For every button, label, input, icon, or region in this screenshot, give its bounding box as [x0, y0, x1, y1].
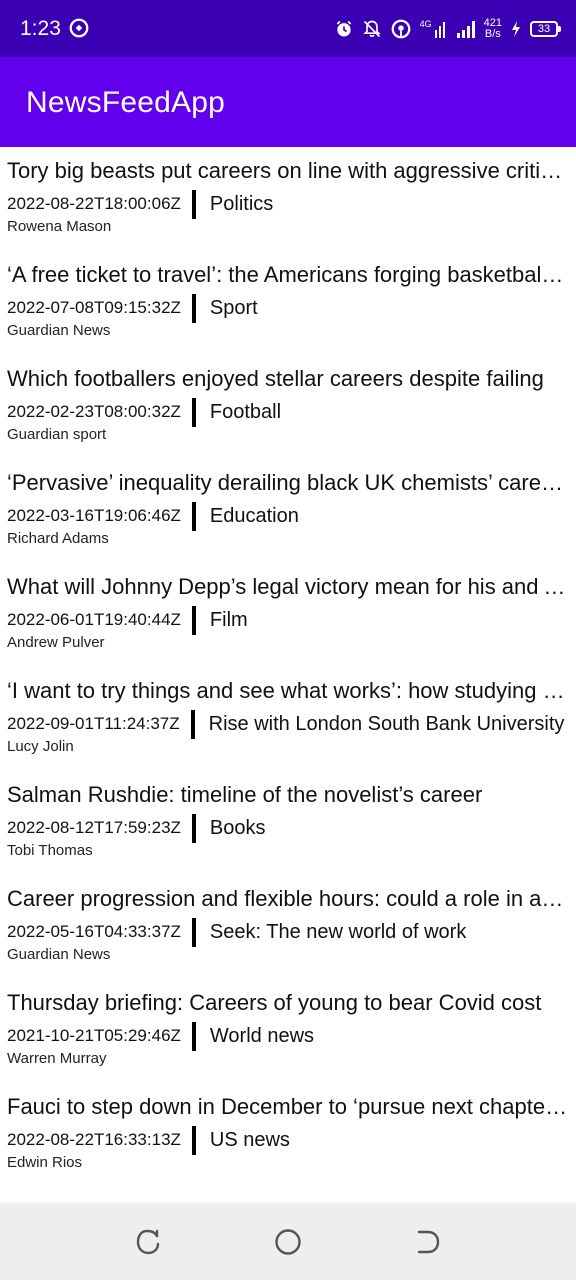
- news-date: 2021-10-21T05:29:46Z: [7, 1026, 181, 1045]
- news-date: 2022-06-01T19:40:44Z: [7, 610, 181, 629]
- news-date: 2022-08-12T17:59:23Z: [7, 818, 181, 837]
- news-item[interactable]: ‘A free ticket to travel’: the Americans…: [0, 251, 576, 355]
- news-item[interactable]: What will Johnny Depp’s legal victory me…: [0, 563, 576, 667]
- news-date: 2022-02-23T08:00:32Z: [7, 402, 181, 421]
- meta-divider: [191, 189, 196, 219]
- news-feed-list[interactable]: Tory big beasts put careers on line with…: [0, 147, 576, 1187]
- news-item[interactable]: Thursday briefing: Careers of young to b…: [0, 979, 576, 1083]
- news-item[interactable]: Fauci to step down in December to ‘pursu…: [0, 1083, 576, 1187]
- news-meta: 2022-08-12T17:59:23Z Books: [7, 813, 266, 843]
- news-section: Books: [209, 816, 266, 839]
- news-meta: 2022-02-23T08:00:32Z Football: [7, 397, 281, 427]
- news-item[interactable]: ‘I want to try things and see what works…: [0, 667, 576, 771]
- news-section: Seek: The new world of work: [209, 920, 467, 943]
- recent-apps-icon[interactable]: [133, 1227, 163, 1257]
- news-author: Guardian sport: [7, 426, 107, 443]
- news-meta: 2022-05-16T04:33:37Z Seek: The new world…: [7, 917, 466, 947]
- meta-divider: [191, 397, 196, 427]
- news-meta: 2022-03-16T19:06:46Z Education: [7, 501, 299, 531]
- charging-icon: [512, 21, 520, 37]
- news-title: What will Johnny Depp’s legal victory me…: [7, 574, 568, 599]
- news-title: ‘A free ticket to travel’: the Americans…: [7, 262, 568, 287]
- news-item[interactable]: Which footballers enjoyed stellar career…: [0, 355, 576, 459]
- alarm-icon: [336, 20, 351, 37]
- news-section: US news: [209, 1128, 290, 1151]
- news-meta: 2022-08-22T16:33:13Z US news: [7, 1125, 290, 1155]
- meta-divider: [191, 1125, 196, 1155]
- notifications-off-icon: [362, 20, 381, 38]
- news-title: ‘I want to try things and see what works…: [7, 678, 568, 703]
- meta-divider: [191, 1021, 196, 1051]
- news-item[interactable]: Tory big beasts put careers on line with…: [0, 147, 576, 251]
- news-title: ‘Pervasive’ inequality derailing black U…: [7, 470, 568, 495]
- news-author: Lucy Jolin: [7, 738, 74, 755]
- app-title: NewsFeedApp: [26, 86, 225, 119]
- meta-divider: [190, 709, 195, 739]
- news-title: Career progression and flexible hours: c…: [7, 886, 568, 911]
- news-item[interactable]: ‘Pervasive’ inequality derailing black U…: [0, 459, 576, 563]
- news-meta: 2022-06-01T19:40:44Z Film: [7, 605, 248, 635]
- news-section: World news: [209, 1024, 315, 1047]
- news-author: Guardian News: [7, 322, 111, 339]
- battery-icon: 33: [530, 21, 561, 37]
- news-date: 2022-07-08T09:15:32Z: [7, 298, 181, 317]
- news-meta: 2021-10-21T05:29:46Z World news: [7, 1021, 314, 1051]
- home-icon[interactable]: [273, 1227, 303, 1257]
- data-arrows-icon: [434, 22, 445, 38]
- meta-divider: [191, 813, 196, 843]
- battery-level: 33: [537, 23, 551, 35]
- news-date: 2022-08-22T18:00:06Z: [7, 194, 181, 213]
- news-item[interactable]: Salman Rushdie: timeline of the novelist…: [0, 771, 576, 875]
- news-title: Tory big beasts put careers on line with…: [7, 158, 568, 183]
- news-meta: 2022-08-22T18:00:06Z Politics: [7, 189, 273, 219]
- news-item[interactable]: Career progression and flexible hours: c…: [0, 875, 576, 979]
- news-date: 2022-09-01T11:24:37Z: [7, 714, 180, 733]
- meta-divider: [191, 293, 196, 323]
- system-nav-bar: [0, 1203, 576, 1280]
- news-author: Tobi Thomas: [7, 842, 93, 859]
- news-section: Football: [209, 400, 282, 423]
- news-title: Which footballers enjoyed stellar career…: [7, 366, 544, 391]
- back-icon[interactable]: [413, 1227, 443, 1257]
- app-bar: NewsFeedApp: [0, 57, 576, 147]
- meta-divider: [191, 605, 196, 635]
- net-speed: 421 B/s: [484, 18, 502, 40]
- news-section: Film: [209, 608, 248, 631]
- news-author: Richard Adams: [7, 530, 109, 547]
- net-speed-unit: B/s: [484, 28, 501, 40]
- news-author: Warren Murray: [7, 1050, 107, 1067]
- news-title: Salman Rushdie: timeline of the novelist…: [7, 782, 483, 807]
- news-section: Politics: [209, 192, 274, 215]
- meta-divider: [191, 501, 196, 531]
- status-time: 1:23: [20, 17, 61, 40]
- network-type: 4G: [419, 19, 432, 29]
- news-author: Edwin Rios: [7, 1154, 83, 1171]
- news-author: Rowena Mason: [7, 218, 112, 235]
- news-section: Rise with London South Bank University: [208, 712, 565, 735]
- news-date: 2022-08-22T16:33:13Z: [7, 1130, 181, 1149]
- signal-icon: [456, 21, 475, 38]
- news-author: Andrew Pulver: [7, 634, 105, 651]
- news-author: Guardian News: [7, 946, 111, 963]
- news-title: Thursday briefing: Careers of young to b…: [7, 990, 542, 1015]
- meta-divider: [191, 917, 196, 947]
- hotspot-icon: [391, 19, 411, 39]
- status-bar: 1:23 4G 421 B/s 33: [0, 0, 576, 57]
- news-section: Education: [209, 504, 299, 527]
- news-date: 2022-05-16T04:33:37Z: [7, 922, 181, 941]
- news-title: Fauci to step down in December to ‘pursu…: [7, 1094, 568, 1119]
- mobile-data-indicator: 4G: [420, 20, 448, 38]
- status-icons: 4G 421 B/s 33: [334, 14, 561, 44]
- news-meta: 2022-07-08T09:15:32Z Sport: [7, 293, 258, 323]
- news-meta: 2022-09-01T11:24:37Z Rise with London So…: [7, 709, 564, 739]
- vpn-status-icon: [69, 18, 89, 38]
- news-section: Sport: [209, 296, 258, 319]
- news-date: 2022-03-16T19:06:46Z: [7, 506, 181, 525]
